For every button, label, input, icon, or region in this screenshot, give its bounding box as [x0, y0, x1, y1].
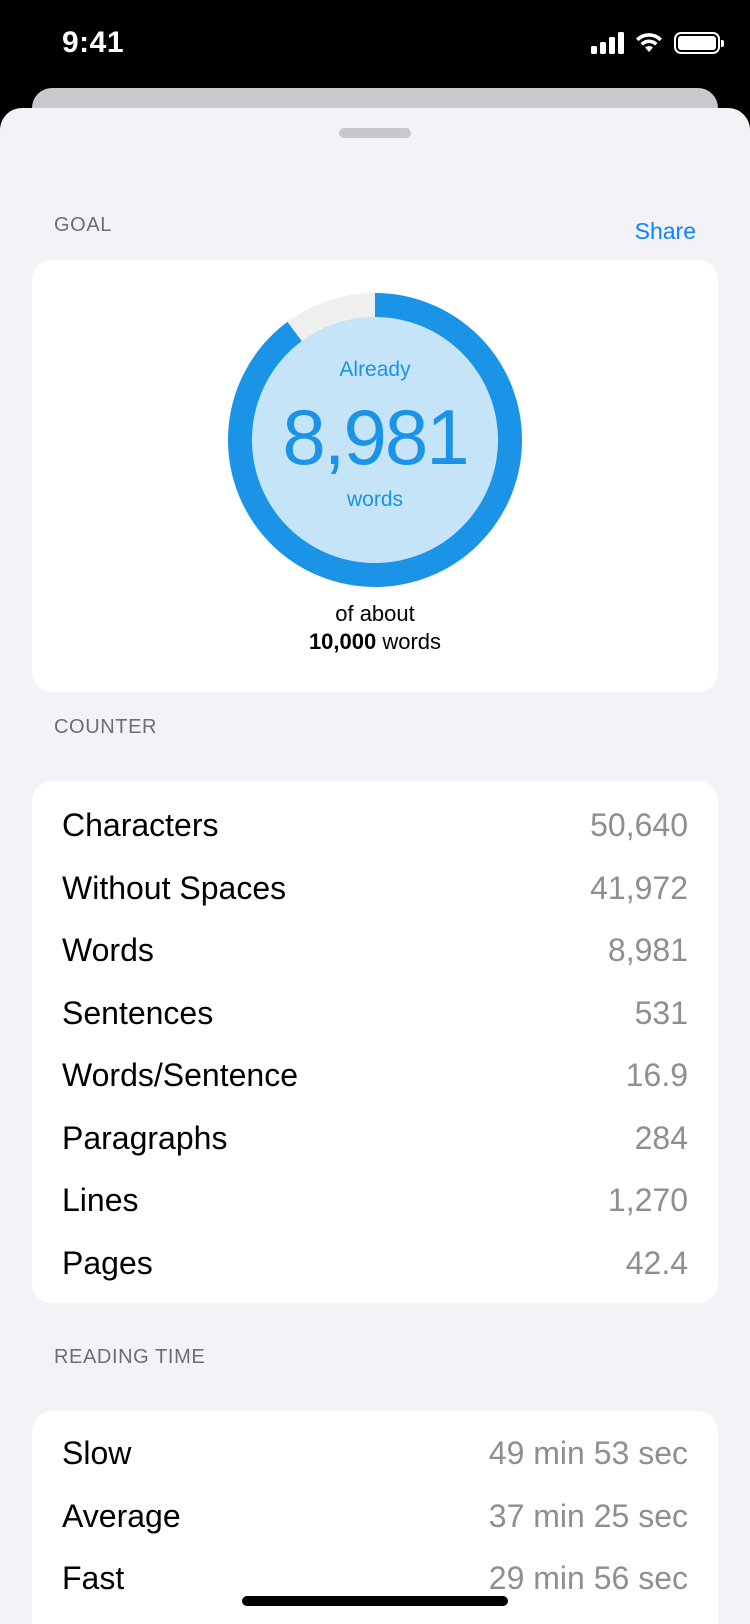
signal-icon	[591, 32, 624, 54]
row-value: 1,270	[607, 1181, 688, 1218]
statistics-sheet: GOAL Share Already 8,981 words of about …	[0, 108, 750, 1624]
reading-time-card: Slow 49 min 53 sec Average 37 min 25 sec…	[32, 1411, 718, 1624]
goal-value: 10,000	[308, 629, 377, 654]
row-label: Paragraphs	[62, 1119, 228, 1156]
counter-row-without-spaces: Without Spaces 41,972	[62, 856, 688, 920]
counter-row-paragraphs: Paragraphs 284	[62, 1106, 688, 1170]
already-label: Already	[339, 358, 411, 381]
row-label: Characters	[62, 806, 219, 843]
row-value: 49 min 53 sec	[488, 1434, 688, 1471]
sheet-grabber[interactable]	[339, 128, 411, 138]
row-value: 531	[634, 994, 688, 1031]
goal-card: Already 8,981 words of about 10,000 word…	[32, 260, 718, 692]
row-value: 8,981	[607, 931, 688, 968]
reading-time-section-title: READING TIME	[54, 1346, 206, 1368]
counter-row-pages: Pages 42.4	[62, 1231, 688, 1295]
counter-row-characters: Characters 50,640	[62, 793, 688, 857]
goal-section-title: GOAL	[54, 214, 112, 236]
wifi-icon	[636, 33, 662, 52]
row-label: Without Spaces	[62, 869, 287, 906]
row-label: Pages	[62, 1244, 153, 1281]
row-value: 42.4	[625, 1244, 688, 1281]
goal-caption: of about 10,000 words	[32, 600, 718, 656]
row-value: 50,640	[590, 806, 688, 843]
counter-row-sentences: Sentences 531	[62, 981, 688, 1045]
status-icons	[591, 32, 724, 54]
row-value: 41,972	[590, 869, 688, 906]
counter-card: Characters 50,640 Without Spaces 41,972 …	[32, 781, 718, 1303]
word-count-value: 8,981	[282, 393, 469, 481]
goal-progress-ring: Already 8,981 words	[225, 290, 525, 590]
counter-row-lines: Lines 1,270	[62, 1168, 688, 1232]
row-label: Words	[62, 931, 154, 968]
row-label: Sentences	[62, 994, 214, 1031]
words-label: words	[346, 488, 404, 511]
row-value: 284	[634, 1119, 688, 1156]
reading-row-slow: Slow 49 min 53 sec	[62, 1421, 688, 1485]
home-indicator[interactable]	[242, 1596, 508, 1606]
reading-row-average: Average 37 min 25 sec	[62, 1484, 688, 1548]
row-label: Lines	[62, 1181, 139, 1218]
share-button[interactable]: Share	[635, 218, 696, 245]
row-value: 29 min 56 sec	[488, 1559, 688, 1596]
row-label: Words/Sentence	[62, 1056, 298, 1093]
counter-row-words: Words 8,981	[62, 918, 688, 982]
row-value: 37 min 25 sec	[488, 1497, 688, 1534]
row-label: Average	[62, 1497, 181, 1534]
row-label: Slow	[62, 1434, 132, 1471]
counter-row-words-per-sentence: Words/Sentence 16.9	[62, 1043, 688, 1107]
status-bar: 9:41	[0, 0, 750, 96]
goal-suffix: words	[382, 629, 442, 654]
row-label: Fast	[62, 1559, 125, 1596]
battery-icon	[674, 32, 724, 54]
status-time: 9:41	[62, 26, 125, 59]
counter-section-title: COUNTER	[54, 716, 158, 738]
row-value: 16.9	[625, 1056, 688, 1093]
goal-caption-prefix: of about	[335, 601, 415, 626]
